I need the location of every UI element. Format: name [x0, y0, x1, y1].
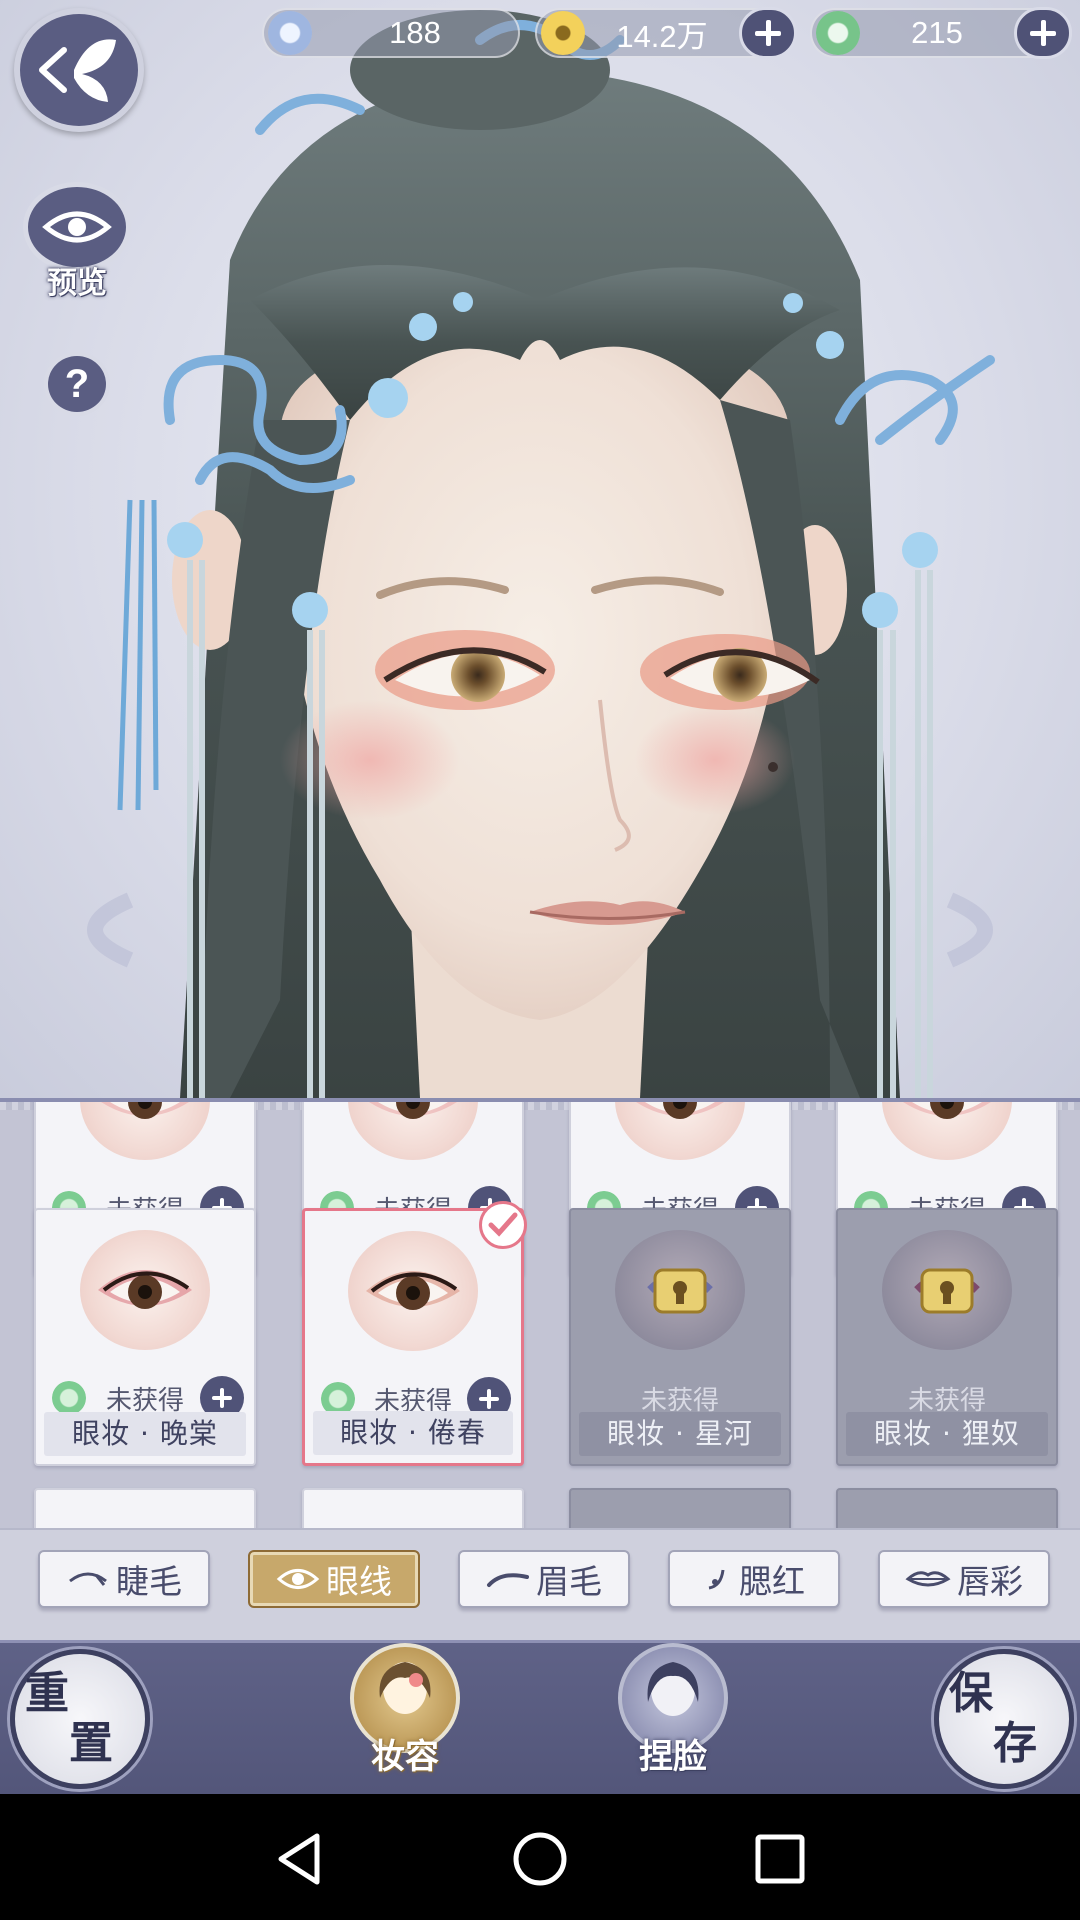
tab-eyebrow[interactable]: 眉毛: [458, 1550, 630, 1608]
makeup-item-card[interactable]: [569, 1488, 791, 1532]
item-status-text: 未获得: [640, 1385, 719, 1416]
eye-swatch: [348, 1102, 478, 1160]
tab-blush[interactable]: 腮红: [668, 1550, 840, 1608]
makeup-item-card[interactable]: 未获得 眼妆 · 倦春: [302, 1201, 527, 1466]
item-name: 眼妆 · 星河: [579, 1412, 781, 1456]
item-grid[interactable]: 未获得眼妆 · 仰光未获得眼妆 · 翠翎未获得眼妆 · 天霜未获得眼妆 · 牡丹…: [0, 1102, 1080, 1532]
item-name: 眼妆 · 晚棠: [44, 1412, 246, 1456]
face-edit-mode-button[interactable]: 捏脸: [614, 1643, 732, 1793]
eye-swatch: [80, 1230, 210, 1350]
item-status-text: 未获得: [907, 1385, 986, 1416]
makeup-item-panel[interactable]: 未获得眼妆 · 仰光未获得眼妆 · 翠翎未获得眼妆 · 天霜未获得眼妆 · 牡丹…: [0, 1098, 1080, 1532]
add-dragon-button[interactable]: [1014, 7, 1072, 59]
eye-swatch: [80, 1102, 210, 1160]
tab-eyeliner-label: 眼线: [326, 1562, 392, 1601]
makeup-item-card[interactable]: 未获得 眼妆 · 晚棠: [34, 1208, 256, 1466]
preview-label: 预览: [47, 266, 107, 301]
tab-blush-label: 腮红: [739, 1562, 805, 1601]
tab-eyelash[interactable]: 睫毛: [38, 1550, 210, 1608]
item-name: 眼妆 · 狸奴: [846, 1412, 1048, 1456]
reset-label-1: 重: [25, 1668, 69, 1719]
tab-eyeliner[interactable]: 眼线: [248, 1550, 420, 1608]
tab-lipstick-label: 唇彩: [957, 1562, 1023, 1601]
makeup-mode-button[interactable]: 妆容: [346, 1643, 464, 1793]
jade-currency: 188: [262, 8, 520, 58]
back-button[interactable]: [14, 8, 144, 132]
system-nav-bar: [0, 1794, 1080, 1920]
makeup-item-card[interactable]: 未获得 眼妆 · 星河: [569, 1208, 791, 1466]
selected-check-icon: [479, 1201, 527, 1249]
dragon-token-icon: [52, 1381, 86, 1415]
reset-label-2: 置: [69, 1718, 113, 1769]
face-edit-mode-label: 捏脸: [639, 1737, 707, 1777]
save-label-1: 保: [949, 1668, 993, 1719]
eye-swatch: [882, 1102, 1012, 1160]
eye-icon: [276, 1569, 320, 1589]
nav-back-icon[interactable]: [265, 1824, 335, 1894]
save-button[interactable]: 保 存: [934, 1649, 1074, 1789]
save-label-2: 存: [993, 1718, 1037, 1769]
bottom-bar: 重 置 妆容 捏脸 保 存: [0, 1640, 1080, 1794]
preview-button[interactable]: 预览: [22, 182, 132, 302]
lock-icon: [615, 1230, 745, 1350]
copper-coin-icon: [541, 11, 585, 55]
jade-coin-icon: [268, 11, 312, 55]
dragon-currency: 215: [810, 7, 1072, 59]
copper-value: 14.2万: [616, 18, 708, 54]
makeup-item-card[interactable]: [836, 1488, 1058, 1532]
item-name: 眼妆 · 倦春: [313, 1411, 513, 1455]
lips-icon: [905, 1571, 951, 1587]
jade-value: 188: [389, 15, 441, 50]
add-copper-button[interactable]: [739, 7, 797, 59]
character-portrait: [87, 10, 995, 1098]
tab-lipstick[interactable]: 唇彩: [878, 1550, 1050, 1608]
eyebrow-icon: [487, 1573, 529, 1587]
tab-eyelash-label: 睫毛: [116, 1562, 182, 1601]
dragon-token-icon: [816, 11, 860, 55]
copper-currency: 14.2万: [535, 7, 797, 59]
eye-swatch: [348, 1231, 478, 1351]
tab-eyebrow-label: 眉毛: [536, 1562, 602, 1601]
makeup-item-card[interactable]: [302, 1488, 524, 1532]
makeup-item-card[interactable]: [34, 1488, 256, 1532]
category-tabs: 睫毛 眼线 眉毛 腮红 唇彩: [0, 1528, 1080, 1640]
blush-icon: [708, 1569, 725, 1590]
item-status: 未获得: [838, 1380, 1056, 1416]
eyelash-icon: [69, 1572, 107, 1586]
nav-home-icon[interactable]: [505, 1824, 575, 1894]
item-status: 未获得: [36, 1376, 254, 1420]
item-status: 未获得: [571, 1380, 789, 1416]
reset-button[interactable]: 重 置: [10, 1649, 150, 1789]
lock-icon: [882, 1230, 1012, 1350]
makeup-item-card[interactable]: 未获得 眼妆 · 狸奴: [836, 1208, 1058, 1466]
item-status-text: 未获得: [105, 1385, 184, 1416]
character-viewport[interactable]: 预览 ? 188 14.2万 215: [0, 0, 1080, 1098]
makeup-mode-label: 妆容: [371, 1737, 439, 1777]
nav-recents-icon[interactable]: [745, 1824, 815, 1894]
eye-swatch: [615, 1102, 745, 1160]
dragon-value: 215: [911, 15, 963, 50]
butterfly-back-icon: [39, 39, 116, 102]
help-button[interactable]: ?: [44, 352, 110, 416]
